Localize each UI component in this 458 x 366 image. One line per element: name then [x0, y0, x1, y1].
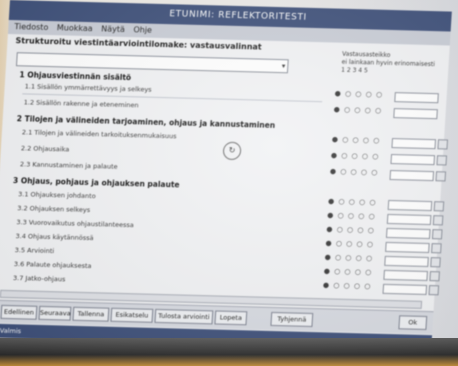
radio-group[interactable]: ● ○ ○ ○ ○ [332, 135, 381, 144]
radio-group[interactable]: ● ○ ○ ○ ○ [327, 211, 376, 220]
comment-field[interactable] [389, 170, 435, 182]
radio-group[interactable]: ● ○ ○ ○ ○ [328, 197, 377, 206]
row-label: 2.1 Tilojen ja välineiden tarkoituksenmu… [21, 128, 177, 141]
radio-group[interactable]: ● ○ ○ ○ ○ [324, 253, 373, 262]
previous-button[interactable]: Edellinen [0, 304, 38, 320]
menu-item-edit[interactable]: Muokkaa [57, 23, 93, 33]
spin-button[interactable] [431, 229, 443, 240]
row-label: 1.2 Sisällön rakenne ja eteneminen [23, 98, 139, 110]
menu-item-file[interactable]: Tiedosto [14, 22, 49, 32]
radio-group[interactable]: ● ○ ○ ○ ○ [323, 281, 372, 290]
row-label: 3.1 Ohjauksen johdanto [17, 190, 96, 201]
spin-button[interactable] [432, 215, 444, 226]
radio-group[interactable]: ● ○ ○ ○ ○ [334, 90, 383, 99]
menu-item-help[interactable]: Ohje [133, 25, 152, 34]
row-label: 3.3 Vuorovaikutus ohjaustilanteessa [16, 218, 135, 230]
monitor-bezel [0, 338, 458, 366]
preview-button[interactable]: Esikatselu [110, 307, 154, 323]
spin-button[interactable] [429, 271, 440, 282]
section-title: 3 Ohjaus, pohjaus ja ohjauksen palaute [12, 176, 180, 190]
row-label: 2.2 Ohjausaika [20, 144, 70, 154]
spin-button[interactable] [428, 285, 440, 296]
save-button[interactable]: Tallenna [72, 306, 110, 322]
next-button[interactable]: Seuraava [38, 305, 72, 321]
row-label: 3.5 Arviointi [14, 246, 55, 256]
section-title: 2 Tilojen ja välineiden tarjoaminen, ohj… [16, 114, 276, 130]
comment-field[interactable] [387, 199, 433, 212]
spin-button[interactable] [431, 243, 442, 254]
radio-group[interactable]: ● ○ ○ ○ ○ [331, 151, 380, 160]
ok-button[interactable]: Ok [398, 315, 428, 331]
comment-field[interactable] [386, 213, 432, 226]
status-text: Valmis [0, 326, 22, 336]
row-label: 3.2 Ohjauksen selkeys [17, 204, 91, 215]
comment-field[interactable] [383, 269, 428, 282]
comment-field[interactable] [391, 138, 437, 150]
row-label: 3.7 Jatko-ohjaus [12, 274, 66, 284]
radio-group[interactable]: ● ○ ○ ○ ○ [326, 225, 375, 234]
spin-button[interactable] [430, 257, 441, 268]
row-label: 3.4 Ohjaus käytännössä [15, 232, 94, 243]
spin-button[interactable] [433, 201, 445, 212]
menu-item-view[interactable]: Näytä [101, 24, 125, 34]
monitor-screen: ETUNIMI: REFLEKTORITESTI Tiedosto Muokka… [0, 0, 452, 350]
row-label: 1.1 Sisällön ymmärrettävyys ja selkeys [24, 82, 152, 94]
chevron-down-icon: ▾ [281, 62, 286, 71]
photo-stage: ETUNIMI: REFLEKTORITESTI Tiedosto Muokka… [0, 0, 458, 366]
comment-field[interactable] [384, 255, 429, 268]
print-button[interactable]: Tulosta arviointi [154, 308, 214, 325]
comment-field[interactable] [385, 227, 431, 240]
comment-field[interactable] [385, 241, 430, 254]
row-label: 3.6 Palaute ohjauksesta [13, 260, 92, 271]
form-dropdown[interactable]: ▾ [15, 52, 289, 74]
comment-field[interactable] [390, 154, 436, 166]
radio-group[interactable]: ● ○ ○ ○ ○ [333, 106, 382, 115]
section-title: 1 Ohjausviestinnän sisältö [19, 70, 132, 83]
scale-header: Vastausasteikko ei lainkaan hyvin erinom… [341, 51, 442, 78]
radio-group[interactable]: ● ○ ○ ○ ○ [330, 167, 379, 176]
busy-cursor-icon: ↻ [222, 141, 242, 161]
quit-button[interactable]: Lopeta [214, 310, 248, 326]
spin-button[interactable] [435, 171, 447, 182]
row-label: 2.3 Kannustaminen ja palaute [19, 160, 118, 171]
comment-field[interactable] [393, 108, 438, 120]
spin-button[interactable] [437, 139, 449, 150]
clear-button[interactable]: Tyhjennä [270, 311, 314, 328]
comment-field[interactable] [394, 92, 439, 104]
comment-field[interactable] [382, 283, 428, 296]
radio-group[interactable]: ● ○ ○ ○ ○ [324, 267, 373, 276]
spin-button[interactable] [436, 155, 448, 166]
radio-group[interactable]: ● ○ ○ ○ ○ [325, 239, 374, 248]
